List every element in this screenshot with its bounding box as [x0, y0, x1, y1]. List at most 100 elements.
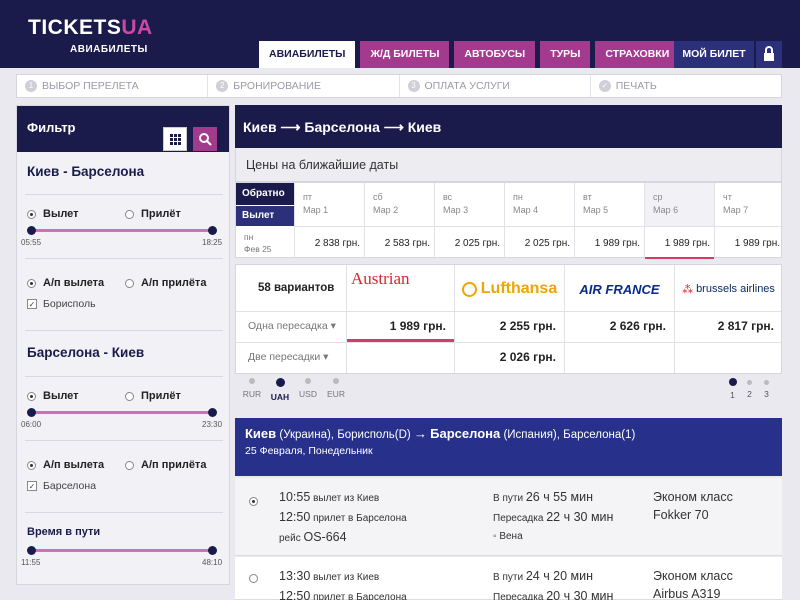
- step-select-flight: 1 ВЫБОР ПЕРЕЛЕТА: [17, 75, 209, 97]
- date-cell[interactable]: пт Мар 1 2 838 грн.: [294, 183, 365, 259]
- date-day: пт: [303, 192, 312, 202]
- outbound-airport-arr-radio[interactable]: А/п прилёта: [125, 277, 223, 289]
- slider-handle-max[interactable]: [208, 226, 217, 235]
- page-2[interactable]: 2: [741, 378, 758, 400]
- outbound-airport-dep-radio[interactable]: А/п вылета: [27, 277, 125, 289]
- filter-header: Фильтр: [17, 106, 229, 152]
- flight-option[interactable]: 13:30 вылет из Киев 12:50 прилет в Барсе…: [235, 557, 782, 600]
- return-airport-arr-radio[interactable]: А/п прилёта: [125, 459, 223, 471]
- variants-count: 58 вариантов: [258, 282, 335, 294]
- radio-label: Прилёт: [141, 390, 181, 402]
- slider-handle-min[interactable]: [27, 226, 36, 235]
- step-label: БРОНИРОВАНИЕ: [233, 80, 321, 92]
- radio-label: Вылет: [43, 390, 79, 402]
- return-time-slider[interactable]: [27, 408, 217, 417]
- lufthansa-logo[interactable]: Lufthansa: [455, 267, 564, 311]
- outbound-time-mode: Вылет Прилёт: [27, 208, 223, 220]
- step-label: ОПЛАТА УСЛУГИ: [424, 80, 510, 92]
- lufthansa-two-stops-price[interactable]: 2 026 грн.: [500, 350, 556, 364]
- checkbox-checked: ✓: [27, 481, 37, 491]
- brussels-logo[interactable]: ⁂ brussels airlines: [675, 267, 782, 311]
- slider-min-label: 06:00: [21, 420, 42, 429]
- currency-usd[interactable]: USD: [294, 378, 322, 402]
- date-cell-selected[interactable]: ср Мар 6 1 989 грн.: [644, 183, 715, 259]
- currency-rur[interactable]: RUR: [238, 378, 266, 402]
- date-value: Мар 6: [653, 205, 679, 215]
- duration-filter-title: Время в пути: [27, 526, 101, 538]
- date-value: Мар 2: [373, 205, 399, 215]
- radio-label: А/п прилёта: [141, 459, 207, 471]
- outbound-time-slider[interactable]: [27, 226, 217, 235]
- checkbox-label: Борисполь: [43, 298, 96, 310]
- page-1[interactable]: 1: [724, 378, 741, 400]
- duration-slider[interactable]: [27, 546, 217, 555]
- lufthansa-one-stop-price[interactable]: 2 255 грн.: [500, 319, 556, 333]
- radio-checked: [27, 460, 36, 470]
- airline-column-lufthansa: Lufthansa 2 255 грн. 2 026 грн.: [454, 265, 564, 373]
- lock-button[interactable]: [756, 41, 782, 68]
- best-price-underline: [347, 339, 455, 342]
- flight-duration: В пути 26 ч 55 мин Пересадка 22 ч 30 мин…: [493, 490, 614, 542]
- outbound-arrive-radio[interactable]: Прилёт: [125, 208, 223, 220]
- tab-tours[interactable]: ТУРЫ: [540, 41, 591, 68]
- date-cell[interactable]: чт Мар 7 1 989 грн.: [714, 183, 785, 259]
- step-print: ✓ ПЕЧАТЬ: [591, 75, 781, 97]
- return-date: пн Фев 25: [244, 231, 272, 255]
- slider-handle-min[interactable]: [27, 546, 36, 555]
- divider: [25, 440, 223, 441]
- tab-insurance[interactable]: СТРАХОВКИ: [595, 41, 680, 68]
- one-stop-label[interactable]: Одна пересадка ▾: [248, 320, 336, 332]
- austrian-one-stop-price[interactable]: 1 989 грн.: [390, 319, 446, 333]
- header: TICKETSUA АВИАБИЛЕТЫ АВИАБИЛЕТЫ Ж/Д БИЛЕ…: [0, 0, 800, 68]
- return-airport-checkbox[interactable]: ✓ Барселона: [27, 480, 96, 492]
- logo[interactable]: TICKETSUA: [28, 16, 153, 40]
- slider-min-label: 05:55: [21, 238, 42, 247]
- slider-handle-max[interactable]: [208, 546, 217, 555]
- step-number: 2: [216, 80, 229, 92]
- slider-handle-max[interactable]: [208, 408, 217, 417]
- radio-unchecked: [125, 278, 134, 288]
- tab-avia[interactable]: АВИАБИЛЕТЫ: [259, 41, 356, 68]
- prices-title: Цены на ближайшие даты: [235, 148, 782, 182]
- austrian-logo[interactable]: Austrian: [347, 267, 454, 311]
- radio-label: А/п вылета: [43, 277, 105, 289]
- flight-radio-unchecked[interactable]: [249, 574, 258, 583]
- outbound-depart-radio[interactable]: Вылет: [27, 208, 125, 220]
- return-depart-radio[interactable]: Вылет: [27, 390, 125, 402]
- date-cell[interactable]: сб Мар 2 2 583 грн.: [364, 183, 435, 259]
- airfrance-one-stop-price[interactable]: 2 626 грн.: [610, 319, 666, 333]
- search-button[interactable]: [193, 127, 217, 151]
- my-ticket-button[interactable]: МОЙ БИЛЕТ: [674, 41, 754, 68]
- step-check-icon: ✓: [598, 80, 611, 92]
- date-price: 1 989 грн.: [734, 238, 780, 249]
- date-cell[interactable]: вт Мар 5 1 989 грн.: [574, 183, 645, 259]
- return-airport-dep-radio[interactable]: А/п вылета: [27, 459, 125, 471]
- date-price: 2 583 грн.: [384, 238, 430, 249]
- currency-uah[interactable]: UAH: [266, 378, 294, 402]
- flight-radio-checked[interactable]: [249, 497, 258, 506]
- checkbox-checked: ✓: [27, 299, 37, 309]
- return-airport-mode: А/п вылета А/п прилёта: [27, 459, 223, 471]
- dots-icon: ⁂: [682, 283, 694, 296]
- currency-dot: [305, 378, 311, 384]
- outbound-airport-checkbox[interactable]: ✓ Борисполь: [27, 298, 96, 310]
- slider-handle-min[interactable]: [27, 408, 36, 417]
- currency-eur[interactable]: EUR: [322, 378, 350, 402]
- date-value: Мар 5: [583, 205, 609, 215]
- date-cell[interactable]: вс Мар 3 2 025 грн.: [434, 183, 505, 259]
- airfrance-logo[interactable]: AIR FRANCE: [565, 267, 674, 311]
- two-stops-label[interactable]: Две пересадки ▾: [248, 351, 328, 363]
- flight-option[interactable]: 10:55 вылет из Киев 12:50 прилет в Барсе…: [235, 478, 782, 556]
- page-3[interactable]: 3: [758, 378, 775, 400]
- brussels-one-stop-price[interactable]: 2 817 грн.: [718, 319, 774, 333]
- tab-rail[interactable]: Ж/Д БИЛЕТЫ: [360, 41, 450, 68]
- date-cell[interactable]: пн Мар 4 2 025 грн.: [504, 183, 575, 259]
- date-price: 2 025 грн.: [524, 238, 570, 249]
- flight-times: 13:30 вылет из Киев 12:50 прилет в Барсе…: [279, 569, 407, 600]
- return-arrive-radio[interactable]: Прилёт: [125, 390, 223, 402]
- return-day: пн: [244, 232, 254, 242]
- departure-label: Вылет: [236, 206, 294, 226]
- step-number: 1: [25, 80, 37, 92]
- tab-bus[interactable]: АВТОБУСЫ: [454, 41, 536, 68]
- grid-view-button[interactable]: [163, 127, 187, 151]
